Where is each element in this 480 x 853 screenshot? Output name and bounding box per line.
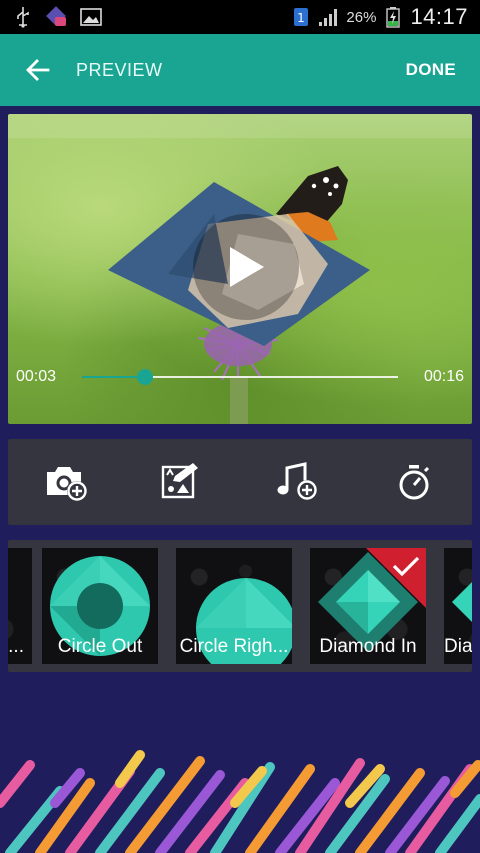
add-photo-button[interactable] [38,454,94,510]
status-bar: 1 26% 14:17 [0,0,480,34]
battery-charging-icon [382,6,404,28]
decorative-stripes [0,750,480,853]
edit-image-button[interactable] [154,454,210,510]
battery-percent: 26% [346,8,377,26]
transition-label: Circle Righ... [179,636,289,657]
back-button[interactable] [18,50,58,90]
video-preview[interactable]: 00:03 00:16 [8,114,472,424]
transition-label: Circle Out [57,636,143,657]
gallery-icon [80,6,102,28]
signal-icon [318,6,340,28]
transition-label: Diamond In [319,636,417,657]
transition-item-circle-out[interactable]: Circle Out [42,548,158,664]
usb-icon [12,6,34,28]
play-icon [230,247,264,287]
add-photo-icon [47,467,87,501]
play-button[interactable] [193,214,299,320]
clock: 14:17 [410,4,468,29]
svg-text:1: 1 [298,11,306,25]
add-music-button[interactable] [270,454,326,510]
seek-bar[interactable] [82,369,398,385]
arrow-back-icon [26,59,50,81]
done-button[interactable]: DONE [406,60,456,80]
page-title: PREVIEW [76,59,163,80]
add-music-icon [277,462,317,500]
transition-label: Dia [444,636,472,657]
transition-item-circle-right[interactable]: Circle Righ... [176,548,292,664]
sim-icon: 1 [290,6,312,28]
transition-item[interactable]: ... [8,548,32,664]
app-bar: PREVIEW DONE [0,34,480,106]
app-notification-icon [46,6,68,28]
selected-badge [366,548,426,608]
seek-progress [82,376,146,378]
total-time: 00:16 [423,368,464,385]
transition-strip[interactable]: ... Circle Out Circle Righ... Diamond In… [8,540,472,672]
duration-button[interactable] [386,454,442,510]
edit-image-icon [161,463,198,499]
transition-item[interactable]: Dia [444,548,472,664]
editor-toolbar [8,439,472,525]
timer-icon [399,465,430,500]
transition-item-diamond-in[interactable]: Diamond In [310,548,426,664]
current-time: 00:03 [16,368,57,385]
transition-label: ... [8,636,24,657]
